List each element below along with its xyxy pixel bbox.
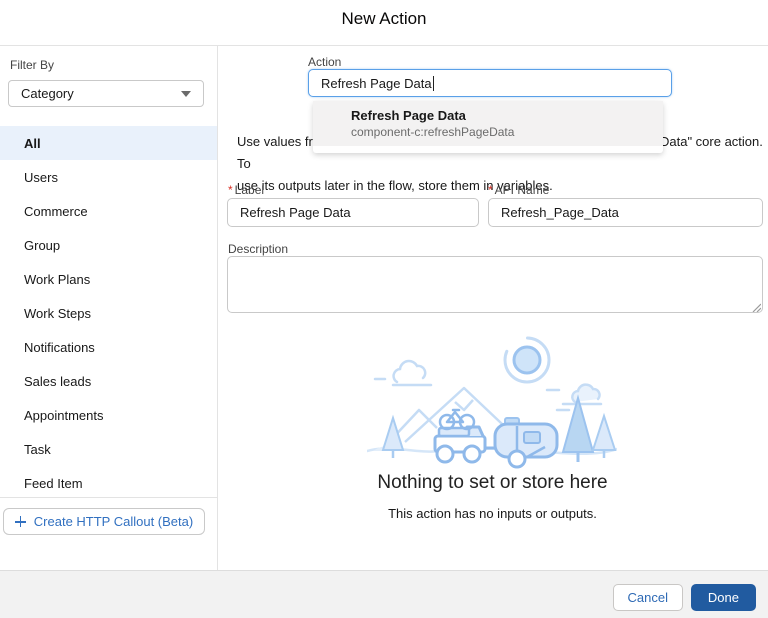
chevron-down-icon — [181, 91, 191, 97]
sidebar-item-users[interactable]: Users — [0, 160, 217, 194]
sidebar-item-label: Users — [24, 170, 58, 185]
action-suggestion-dropdown: Refresh Page Data component-c:refreshPag… — [313, 101, 663, 153]
required-asterisk: * — [488, 183, 493, 197]
sidebar-item-feed-item[interactable]: Feed Item — [0, 466, 217, 500]
sidebar-item-appointments[interactable]: Appointments — [0, 398, 217, 432]
sidebar-item-label: Work Plans — [24, 272, 90, 287]
api-name-field-label: *API Name — [488, 183, 549, 197]
sidebar-item-work-steps[interactable]: Work Steps — [0, 296, 217, 330]
action-search-input[interactable]: Refresh Page Data — [308, 69, 672, 97]
action-field-label: Action — [308, 55, 341, 69]
required-asterisk: * — [228, 183, 233, 197]
sidebar-item-label: All — [24, 136, 41, 151]
sidebar-item-sales-leads[interactable]: Sales leads — [0, 364, 217, 398]
sidebar-item-label: Sales leads — [24, 374, 91, 389]
label-field-label-text: Label — [235, 183, 264, 197]
empty-state-subtitle: This action has no inputs or outputs. — [217, 506, 768, 521]
create-http-callout-button[interactable]: Create HTTP Callout (Beta) — [3, 508, 205, 535]
sidebar-item-work-plans[interactable]: Work Plans — [0, 262, 217, 296]
text-cursor — [433, 76, 434, 91]
category-select-value: Category — [21, 86, 181, 101]
empty-state-title: Nothing to set or store here — [217, 472, 768, 494]
suggestion-title: Refresh Page Data — [351, 107, 653, 124]
description-field-label: Description — [228, 242, 288, 256]
action-search-value: Refresh Page Data — [321, 76, 432, 91]
sidebar-item-label: Notifications — [24, 340, 95, 355]
label-field-label: *Label — [228, 183, 264, 197]
sidebar-item-label: Appointments — [24, 408, 104, 423]
sidebar-list-divider — [0, 497, 217, 498]
sidebar-item-label: Work Steps — [24, 306, 91, 321]
sidebar-item-task[interactable]: Task — [0, 432, 217, 466]
cancel-button[interactable]: Cancel — [613, 584, 683, 611]
header-divider — [0, 45, 768, 46]
sidebar-item-commerce[interactable]: Commerce — [0, 194, 217, 228]
label-field-input[interactable] — [227, 198, 479, 227]
category-filter-select[interactable]: Category — [8, 80, 204, 107]
api-name-field-input[interactable] — [488, 198, 763, 227]
sidebar-item-label: Group — [24, 238, 60, 253]
suggestion-item[interactable]: Refresh Page Data component-c:refreshPag… — [313, 101, 663, 146]
plus-icon — [15, 516, 26, 527]
sidebar-item-group[interactable]: Group — [0, 228, 217, 262]
sidebar-item-label: Feed Item — [24, 476, 83, 491]
sidebar-item-label: Commerce — [24, 204, 88, 219]
sidebar-item-label: Task — [24, 442, 51, 457]
dialog-title: New Action — [0, 9, 768, 29]
camping-scene-illustration — [367, 330, 617, 476]
create-http-callout-label: Create HTTP Callout (Beta) — [34, 514, 193, 529]
done-button[interactable]: Done — [691, 584, 756, 611]
filter-by-label: Filter By — [10, 58, 54, 72]
new-action-dialog: New Action Filter By Category All Users … — [0, 0, 768, 618]
sidebar-item-all[interactable]: All — [0, 126, 217, 160]
description-field-textarea[interactable] — [227, 256, 763, 313]
suggestion-subtitle: component-c:refreshPageData — [351, 124, 653, 140]
sidebar-item-notifications[interactable]: Notifications — [0, 330, 217, 364]
api-name-field-label-text: API Name — [495, 183, 550, 197]
